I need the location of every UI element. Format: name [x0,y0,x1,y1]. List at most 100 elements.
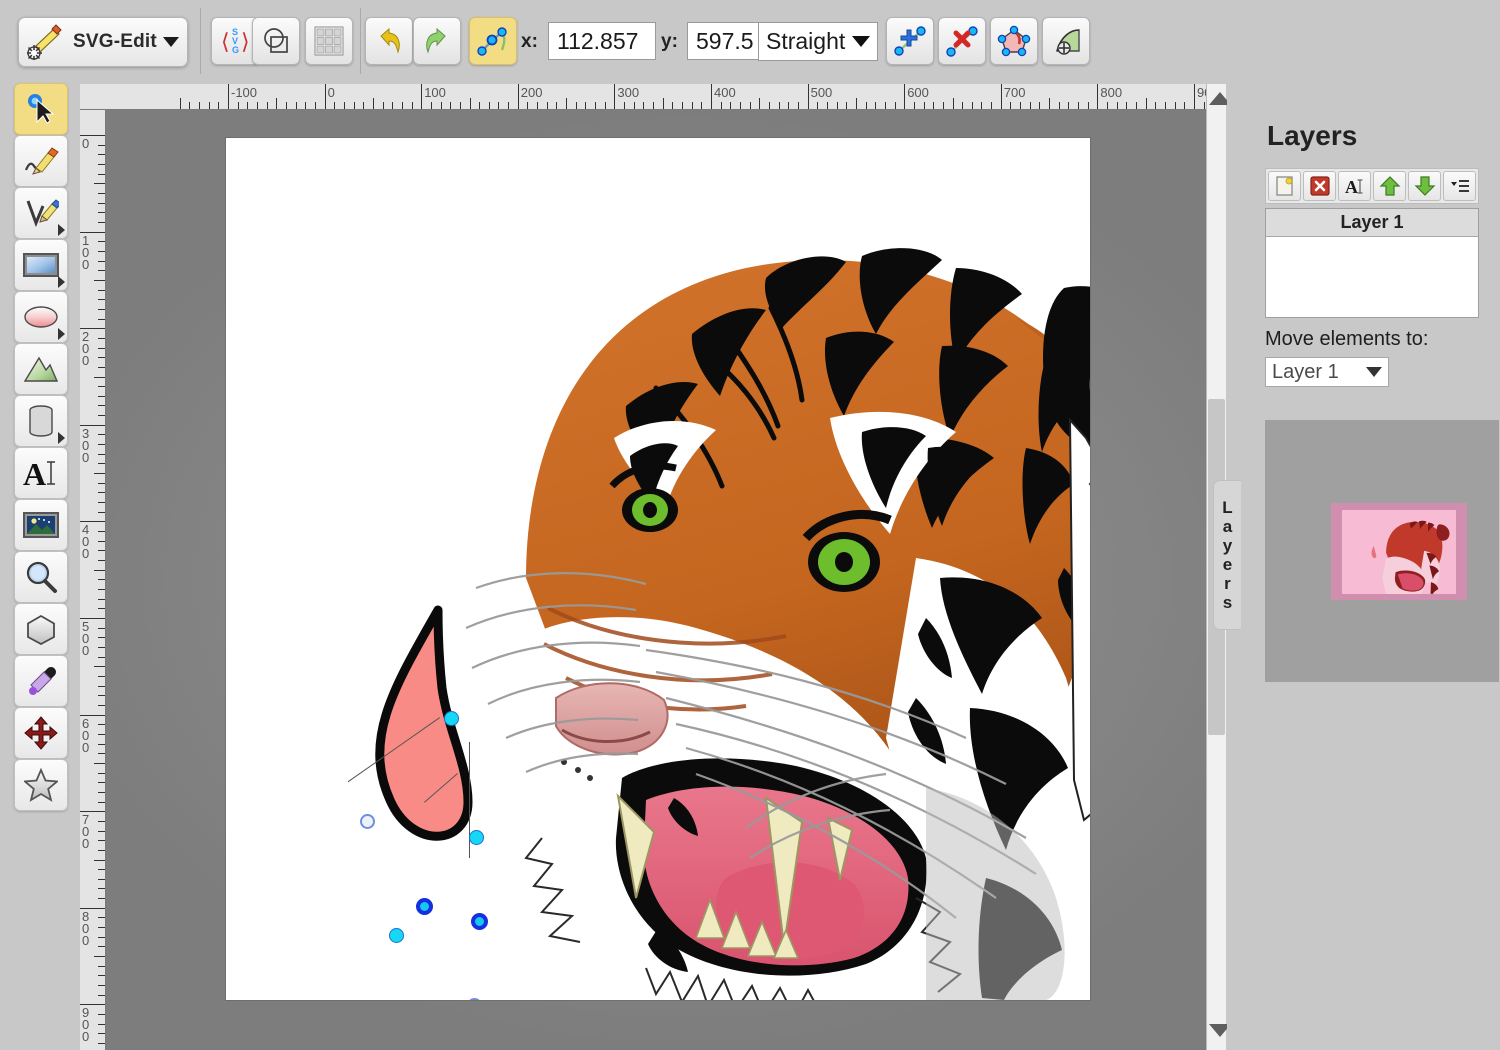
move-layer-down-button[interactable] [1408,171,1441,201]
tool-eyedropper[interactable] [14,655,68,707]
ruler-tick [98,589,105,590]
ruler-label: 500 [82,621,94,657]
segment-type-select[interactable]: Straight [758,22,878,61]
vertical-ruler: 0100200300400500600700800900 [80,110,106,1050]
delete-layer-button[interactable] [1303,171,1336,201]
tool-3d-box[interactable] [14,395,68,447]
rename-layer-button[interactable]: A [1338,171,1371,201]
tool-polygon[interactable] [14,343,68,395]
ruler-tick [247,102,248,109]
path-control-handle[interactable] [389,928,404,943]
ruler-tick [479,102,480,109]
grid-button[interactable] [305,17,353,65]
ruler-tick [1204,102,1205,109]
open-close-path-button[interactable] [990,17,1038,65]
x-coordinate-input[interactable]: 112.857 [548,22,656,60]
ruler-tick [98,251,105,252]
path-node-selected[interactable] [471,913,488,930]
layer-list[interactable]: Layer 1 [1265,208,1479,318]
ruler-tick [98,241,105,242]
ruler-label: 700 [1004,85,1026,100]
ruler-label: 400 [714,85,736,100]
close-path-icon [997,24,1031,58]
ruler-tick [981,102,982,109]
node-edit-button[interactable] [469,17,517,65]
ruler-tick [257,102,258,109]
rectangle-icon [22,251,60,279]
tool-arrows[interactable] [14,707,68,759]
ruler-tick [94,473,105,474]
ruler-tick [98,686,105,687]
ruler-tick [344,102,345,109]
tool-zoom[interactable] [14,551,68,603]
ruler-tick [98,309,105,310]
redo-button[interactable] [413,17,461,65]
tiger-thumbnail-icon [1342,510,1456,594]
canvas-workspace[interactable] [106,110,1220,1050]
tool-text[interactable]: A [14,447,68,499]
ruler-tick [98,270,105,271]
ruler-tick [98,628,105,629]
ruler-tick [98,454,105,455]
move-elements-select[interactable]: Layer 1 [1265,357,1389,387]
chevron-down-icon [163,37,179,47]
tool-path[interactable] [14,187,68,239]
ruler-tick [595,102,596,109]
ruler-tick [94,956,105,957]
ruler-label: 800 [1100,85,1122,100]
ruler-tick [933,102,934,109]
tool-image[interactable] [14,499,68,551]
tool-star[interactable] [14,759,68,811]
new-layer-button[interactable] [1268,171,1301,201]
ruler-tick [98,193,105,194]
ruler-label: 0 [328,85,335,100]
ruler-tick [98,888,105,889]
ruler-tick [827,102,828,109]
add-node-button[interactable] [886,17,934,65]
document-properties-button[interactable] [252,17,300,65]
ruler-tick [1088,102,1089,109]
ruler-tick [98,608,105,609]
ruler-tick [98,1043,105,1044]
ruler-tick [228,84,229,109]
move-layer-up-button[interactable] [1373,171,1406,201]
tool-select[interactable] [14,83,68,135]
tool-pencil[interactable] [14,135,68,187]
ruler-tick [98,831,105,832]
delete-node-icon [945,24,979,58]
ruler-tick [605,102,606,109]
delete-node-button[interactable] [938,17,986,65]
layers-side-tab-label: Layers [1222,498,1232,612]
ruler-tick [98,753,105,754]
path-shape[interactable] [326,588,526,908]
path-node[interactable] [469,830,484,845]
undo-button[interactable] [365,17,413,65]
ruler-tick [98,975,105,976]
ruler-tick [276,98,277,109]
ruler-tick [98,434,105,435]
tool-rect[interactable] [14,239,68,291]
ruler-tick [209,102,210,109]
path-pen-icon [23,196,59,230]
ruler-tick [98,705,105,706]
ruler-tick [98,734,105,735]
ruler-tick [98,492,105,493]
layers-panel-title: Layers [1267,120,1357,152]
artboard[interactable] [226,138,1090,1000]
ruler-tick [98,657,105,658]
clone-node-button[interactable] [1042,17,1090,65]
main-menu-button[interactable]: SVG-Edit [18,17,188,67]
svg-edit-app: SVG-Edit ⟨ ⟩ S V G [0,0,1500,1050]
ruler-tick [354,102,355,109]
layers-side-tab[interactable]: Layers [1213,480,1241,630]
ruler-tick [1117,102,1118,109]
path-node-selected[interactable] [416,898,433,915]
ruler-tick [98,164,105,165]
ruler-tick [547,102,548,109]
layer-menu-button[interactable] [1443,171,1476,201]
tool-ellipse[interactable] [14,291,68,343]
tool-shapelib[interactable] [14,603,68,655]
ruler-tick [98,647,105,648]
path-control-handle[interactable] [360,814,375,829]
path-node[interactable] [444,711,459,726]
